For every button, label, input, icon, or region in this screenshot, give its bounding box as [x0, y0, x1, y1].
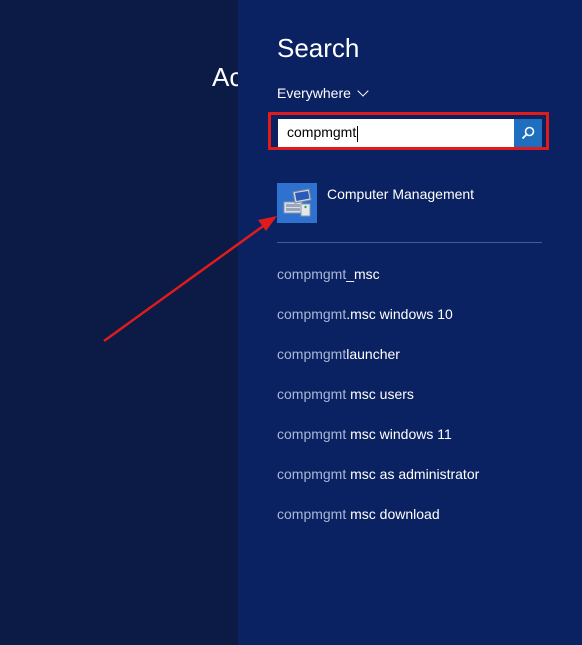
search-scope-dropdown[interactable]: Everywhere	[277, 85, 369, 101]
suggestion-item[interactable]: compmgmtlauncher	[277, 346, 479, 386]
search-charm-pane: Search Everywhere compmgmt Computer Mana…	[238, 0, 582, 645]
start-screen-background	[0, 0, 238, 645]
search-suggestions-list: compmgmt_msc compmgmt.msc windows 10 com…	[277, 266, 479, 546]
computer-management-icon	[277, 183, 317, 223]
suggestion-item[interactable]: compmgmt msc as administrator	[277, 466, 479, 506]
suggestion-item[interactable]: compmgmt.msc windows 10	[277, 306, 479, 346]
top-result-computer-management[interactable]: Computer Management	[277, 183, 474, 223]
top-result-label: Computer Management	[327, 186, 475, 202]
suggestion-item[interactable]: compmgmt msc download	[277, 506, 479, 546]
results-divider	[277, 242, 542, 243]
annotation-highlight-box	[268, 112, 549, 150]
suggestion-item[interactable]: compmgmt msc users	[277, 386, 479, 426]
suggestion-item[interactable]: compmgmt_msc	[277, 266, 479, 306]
background-heading-partial: Ac	[212, 62, 238, 92]
chevron-down-icon	[357, 85, 369, 97]
search-pane-title: Search	[277, 33, 360, 63]
search-scope-label: Everywhere	[277, 85, 351, 101]
suggestion-item[interactable]: compmgmt msc windows 11	[277, 426, 479, 466]
